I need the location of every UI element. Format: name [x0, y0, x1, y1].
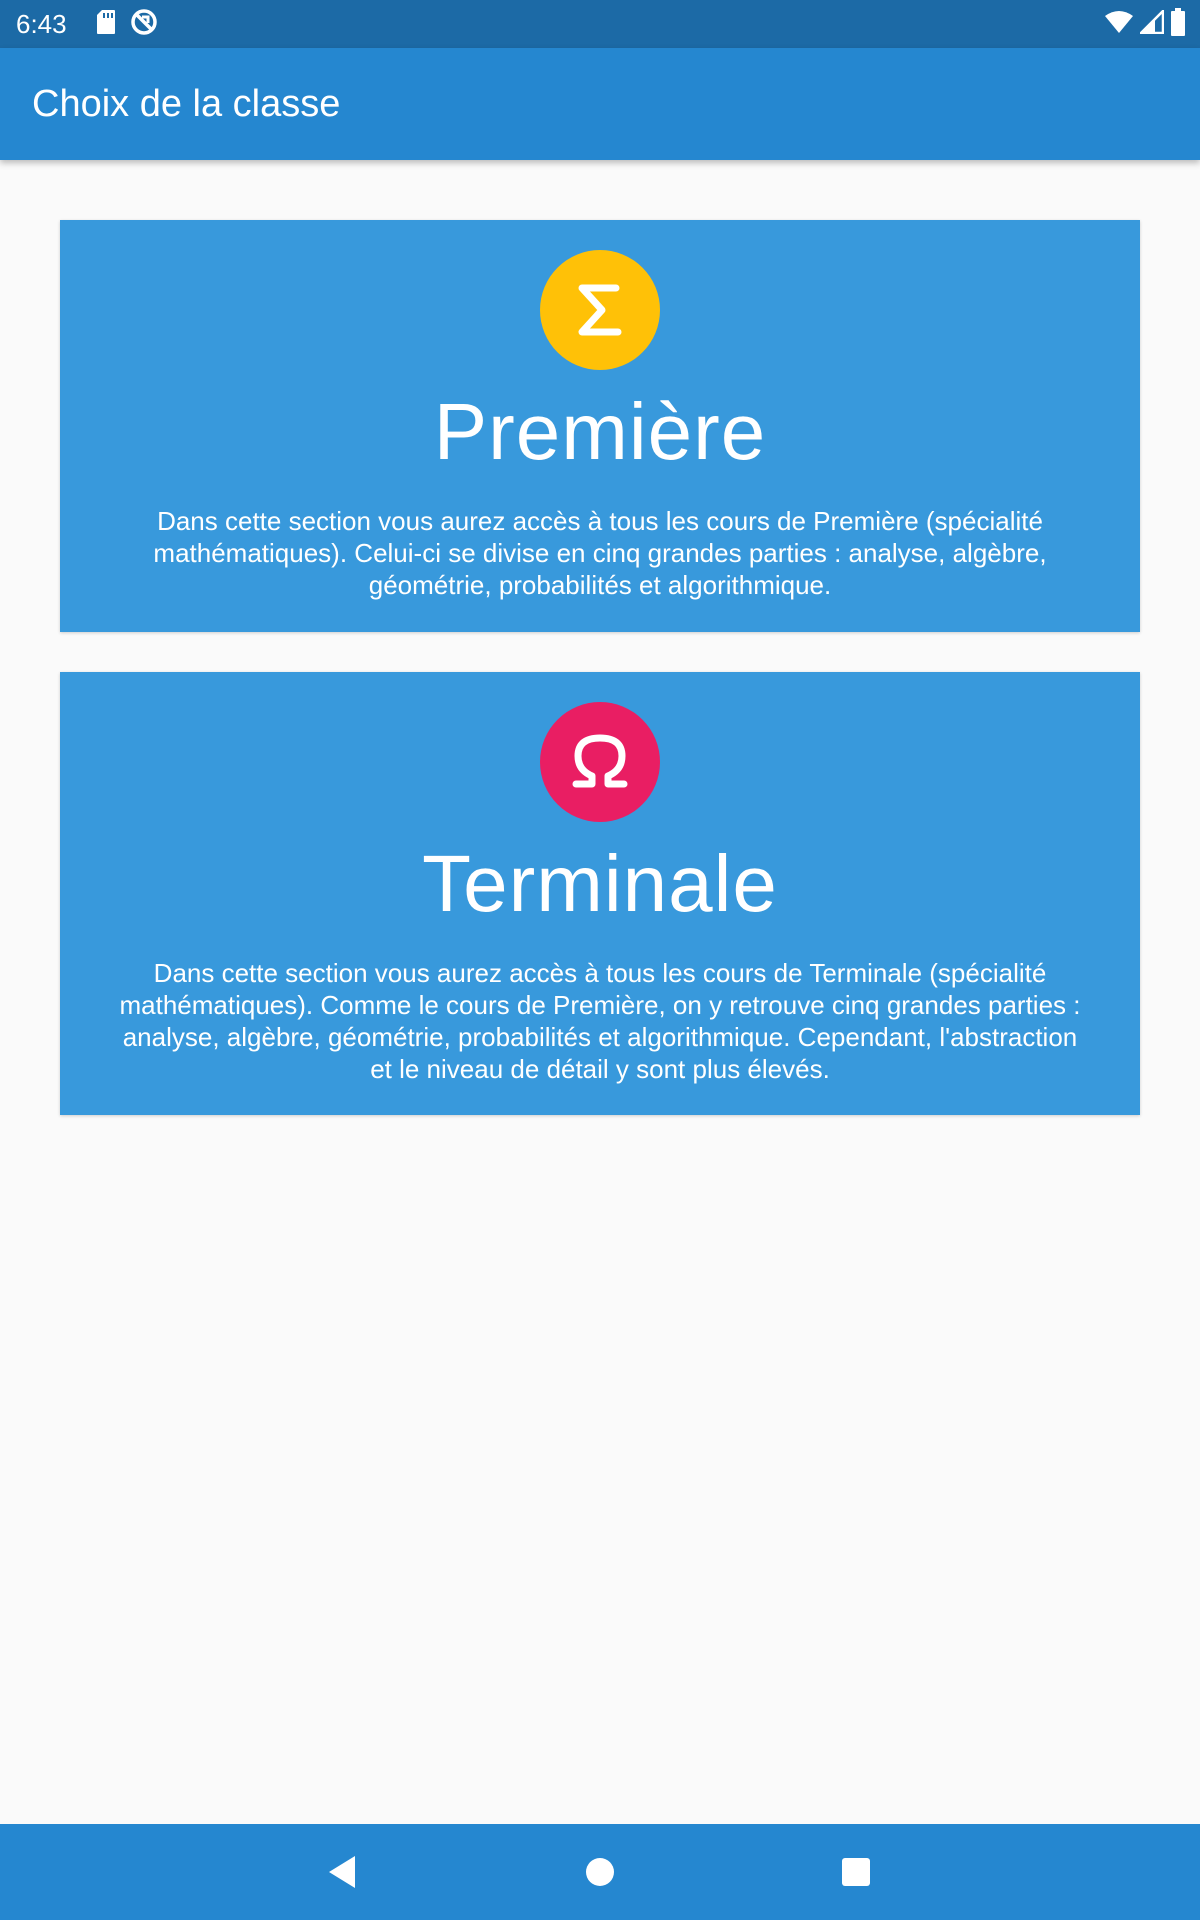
- card-description: Dans cette section vous aurez accès à to…: [119, 958, 1081, 1084]
- sigma-icon: [540, 250, 660, 370]
- card-description: Dans cette section vous aurez accès à to…: [153, 506, 1047, 600]
- back-icon[interactable]: [318, 1848, 366, 1896]
- status-system-icons: [1104, 7, 1186, 41]
- status-notification-icons: [96, 8, 158, 41]
- app-bar: Choix de la classe: [0, 48, 1200, 160]
- class-card-terminale[interactable]: Terminale Dans cette section vous aurez …: [60, 672, 1140, 1115]
- sd-card-icon: [96, 9, 116, 40]
- recents-icon[interactable]: [832, 1848, 880, 1896]
- card-title: Première: [433, 387, 767, 476]
- home-icon[interactable]: [576, 1848, 624, 1896]
- status-time: 6:43: [16, 9, 67, 39]
- cell-signal-icon: [1137, 7, 1165, 39]
- card-title: Terminale: [422, 839, 778, 928]
- class-card-premiere[interactable]: Première Dans cette section vous aurez a…: [60, 220, 1140, 632]
- sync-disabled-icon: [130, 8, 158, 41]
- navigation-bar: [0, 1824, 1200, 1920]
- omega-icon: [540, 702, 660, 822]
- status-bar: 6:43: [0, 0, 1200, 48]
- battery-icon: [1170, 7, 1186, 41]
- page-title: Choix de la classe: [32, 83, 341, 125]
- wifi-icon: [1104, 10, 1134, 39]
